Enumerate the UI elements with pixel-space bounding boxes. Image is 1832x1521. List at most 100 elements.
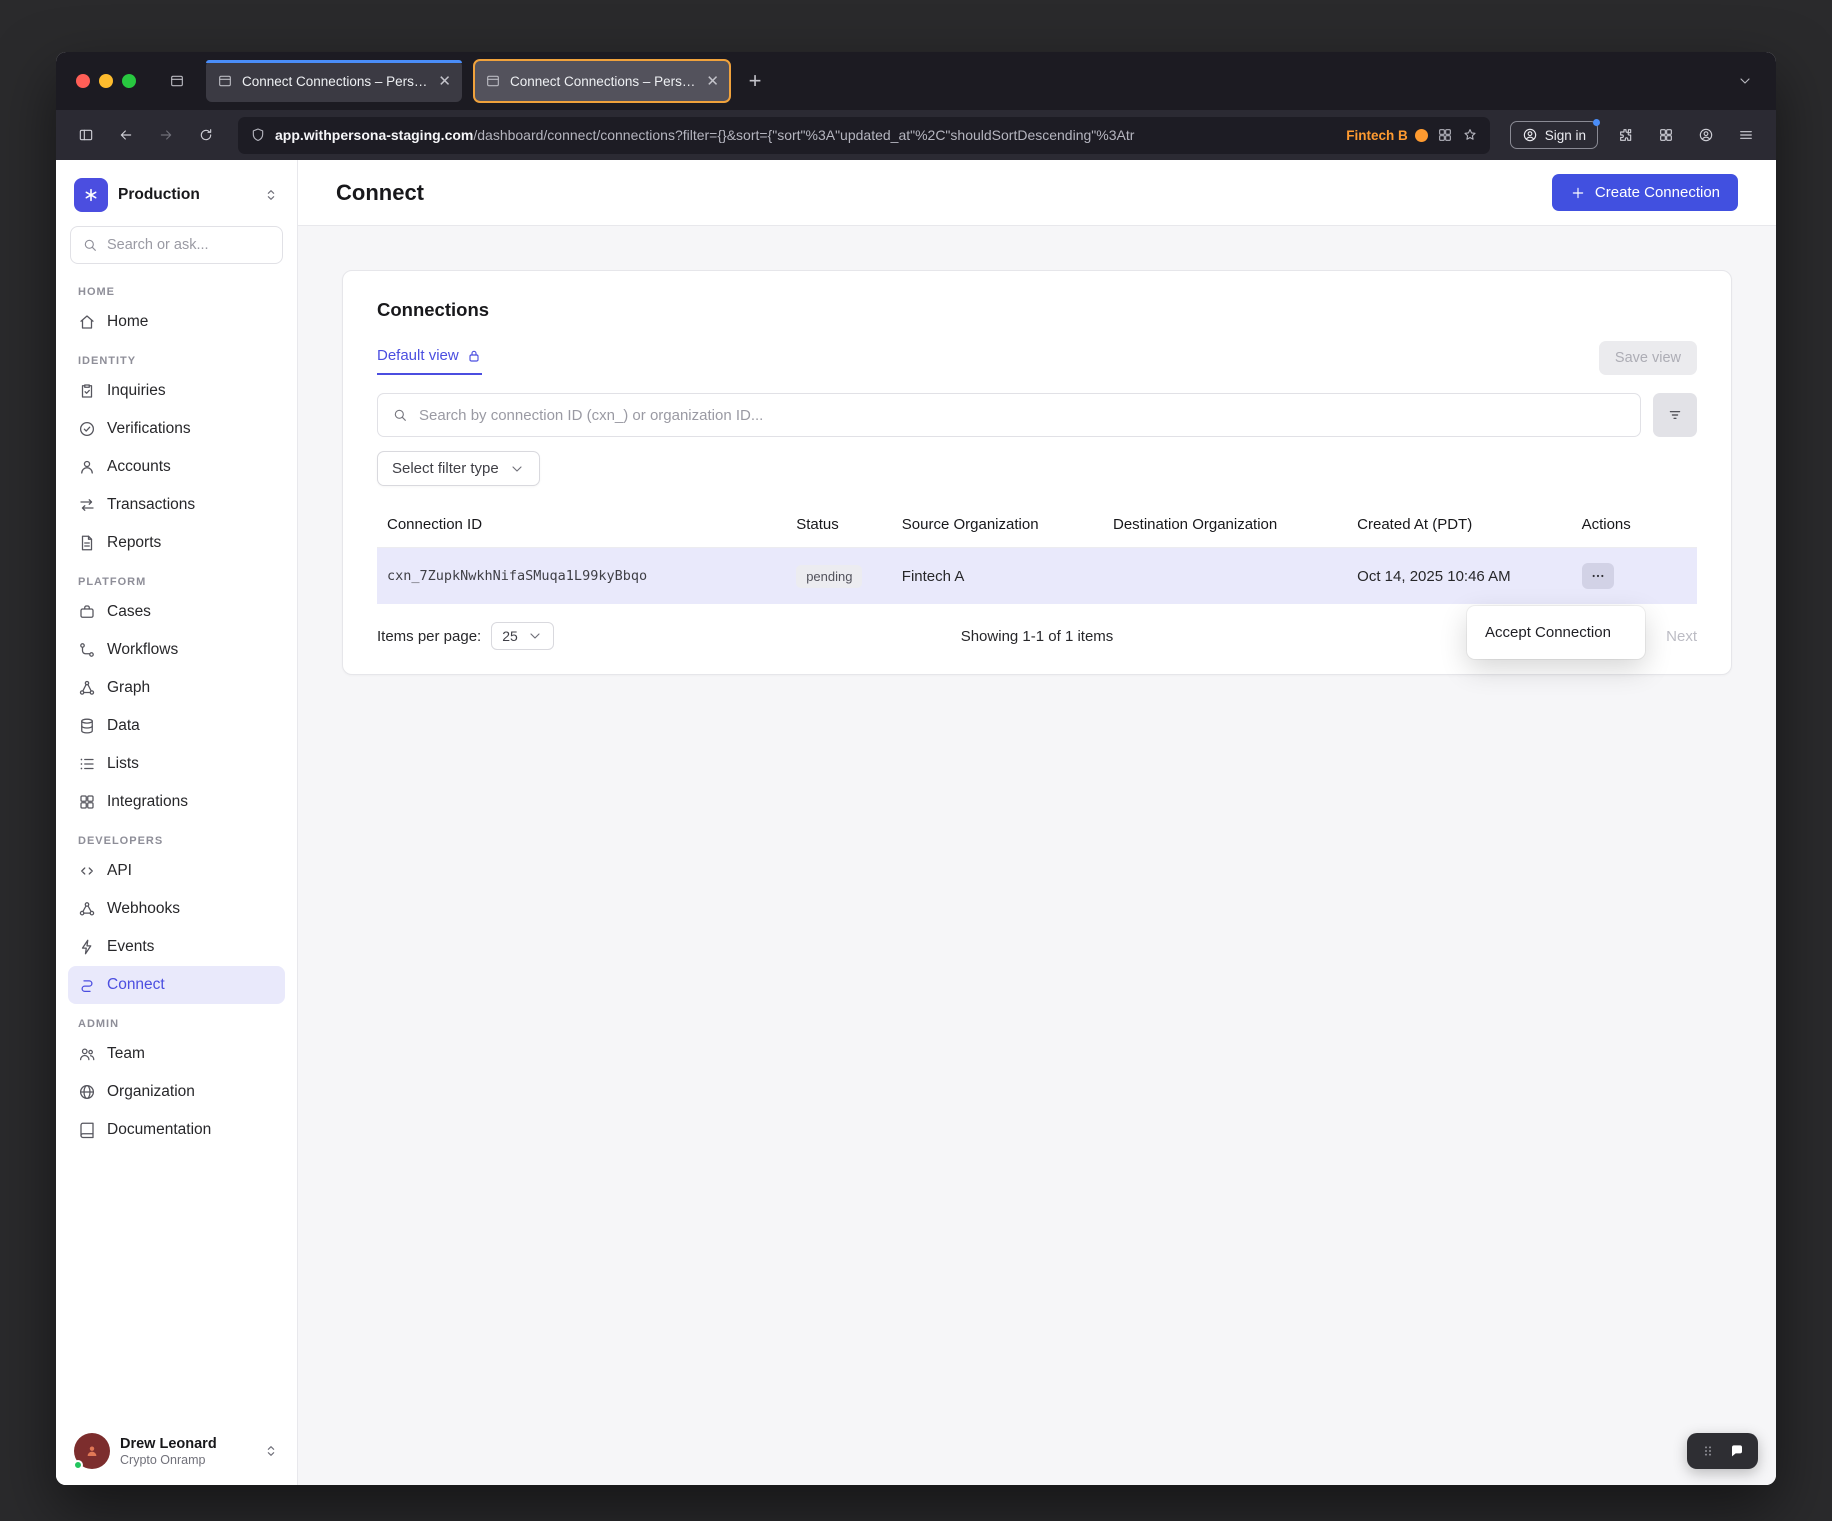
create-connection-button[interactable]: Create Connection — [1552, 174, 1738, 211]
sidebar-item-organization[interactable]: Organization — [68, 1073, 285, 1111]
lock-icon — [466, 348, 482, 364]
sidebar-item-webhooks[interactable]: Webhooks — [68, 890, 285, 928]
sidebar-item-verifications[interactable]: Verifications — [68, 410, 285, 448]
sidebar-item-label: API — [107, 862, 132, 880]
sidebar-item-connect[interactable]: Connect — [68, 966, 285, 1004]
url-host: app.withpersona-staging.com — [275, 127, 473, 143]
workspace-name: Production — [118, 186, 253, 204]
extension-badge[interactable]: Fintech B — [1346, 128, 1428, 143]
sidebar-section-admin: ADMIN — [78, 1018, 275, 1030]
row-actions-button[interactable] — [1582, 563, 1614, 589]
sidebar-item-workflows[interactable]: Workflows — [68, 631, 285, 669]
col-actions: Actions — [1572, 502, 1697, 548]
browser-tab-bar: Connect Connections – Persona ✕ Connect … — [56, 52, 1776, 110]
sidebar-item-label: Accounts — [107, 458, 171, 476]
main-content: Connect Create Connection Connections De… — [298, 160, 1776, 1485]
window-controls — [76, 74, 136, 88]
profile-button[interactable] — [1688, 118, 1724, 152]
sidebar-item-team[interactable]: Team — [68, 1035, 285, 1073]
puzzle-icon — [1618, 127, 1634, 143]
sidebar-section-home: HOME — [78, 286, 275, 298]
firefox-view-button[interactable] — [160, 64, 194, 98]
sidebar-item-home[interactable]: Home — [68, 303, 285, 341]
hamburger-icon — [1738, 127, 1754, 143]
globe-icon — [78, 1083, 96, 1101]
sidebar-item-events[interactable]: Events — [68, 928, 285, 966]
filter-button[interactable] — [1653, 393, 1697, 437]
items-per-page-label: Items per page: — [377, 628, 481, 645]
back-button[interactable] — [108, 118, 144, 152]
forward-icon — [158, 127, 174, 143]
user-org: Crypto Onramp — [120, 1453, 253, 1467]
list-all-tabs-button[interactable] — [1728, 64, 1762, 98]
sidebar-item-lists[interactable]: Lists — [68, 745, 285, 783]
sidebar-item-documentation[interactable]: Documentation — [68, 1111, 285, 1149]
sidebar-item-transactions[interactable]: Transactions — [68, 486, 285, 524]
arrows-exchange-icon — [78, 496, 96, 514]
actions-cell — [1572, 548, 1697, 605]
sidebar-item-label: Documentation — [107, 1121, 211, 1139]
sidebar-item-accounts[interactable]: Accounts — [68, 448, 285, 486]
select-filter-type-button[interactable]: Select filter type — [377, 451, 540, 486]
chevron-down-icon — [1737, 73, 1753, 89]
tab-default-view[interactable]: Default view — [377, 347, 482, 375]
connections-search-input[interactable] — [419, 407, 1626, 424]
sidebar-item-label: Cases — [107, 603, 151, 621]
browser-tab-2-active[interactable]: Connect Connections – Persona ✕ — [474, 60, 730, 102]
graph-nodes-icon — [78, 679, 96, 697]
workflow-icon — [78, 641, 96, 659]
tab-close-icon[interactable]: ✕ — [706, 74, 719, 89]
url-text: app.withpersona-staging.com/dashboard/co… — [275, 127, 1337, 143]
sidebar-section-platform: PLATFORM — [78, 576, 275, 588]
sidebar-item-reports[interactable]: Reports — [68, 524, 285, 562]
firefox-view-icon — [169, 73, 185, 89]
tab-close-icon[interactable]: ✕ — [438, 74, 451, 89]
connections-table: Connection ID Status Source Organization… — [377, 502, 1697, 604]
sidebar-search-input[interactable] — [107, 237, 271, 253]
support-chat-widget[interactable] — [1687, 1433, 1758, 1469]
chat-bubble-icon[interactable] — [1729, 1443, 1745, 1459]
sidebar-toggle-button[interactable] — [68, 118, 104, 152]
sidebar-search[interactable] — [70, 226, 283, 264]
code-icon — [78, 862, 96, 880]
back-icon — [118, 127, 134, 143]
sidebar-item-inquiries[interactable]: Inquiries — [68, 372, 285, 410]
profile-icon — [1698, 127, 1714, 143]
firefox-sign-in-button[interactable]: Sign in — [1510, 121, 1598, 149]
page-actions-grid-icon[interactable] — [1437, 127, 1453, 143]
forward-button[interactable] — [148, 118, 184, 152]
sidebar-item-graph[interactable]: Graph — [68, 669, 285, 707]
tracking-protection-shield-icon — [250, 127, 266, 143]
table-row[interactable]: cxn_7ZupkNwkhNifaSMuqa1L99kyBbqo pending… — [377, 548, 1697, 605]
connection-id-cell: cxn_7ZupkNwkhNifaSMuqa1L99kyBbqo — [377, 548, 786, 605]
sidebar-item-cases[interactable]: Cases — [68, 593, 285, 631]
sidebar-item-label: Lists — [107, 755, 139, 773]
sidebar-item-label: Transactions — [107, 496, 195, 514]
sidebar-item-data[interactable]: Data — [68, 707, 285, 745]
sidebar-item-api[interactable]: API — [68, 852, 285, 890]
new-tab-button[interactable]: + — [738, 64, 772, 98]
accept-connection-menu-item[interactable]: Accept Connection — [1467, 613, 1645, 652]
sidebar-item-label: Home — [107, 313, 148, 331]
bookmark-star-icon[interactable] — [1462, 127, 1478, 143]
menu-button[interactable] — [1728, 118, 1764, 152]
items-per-page-select[interactable]: 25 — [491, 622, 554, 650]
extensions-button[interactable] — [1608, 118, 1644, 152]
maximize-window-button[interactable] — [122, 74, 136, 88]
sidebar-item-integrations[interactable]: Integrations — [68, 783, 285, 821]
next-page-button[interactable]: Next — [1666, 628, 1697, 645]
workspace-switcher[interactable]: Production — [68, 176, 285, 226]
applications-grid-button[interactable] — [1648, 118, 1684, 152]
sign-in-label: Sign in — [1545, 128, 1586, 143]
browser-tab-1[interactable]: Connect Connections – Persona ✕ — [206, 60, 462, 102]
url-bar[interactable]: app.withpersona-staging.com/dashboard/co… — [238, 117, 1490, 154]
sidebar-item-label: Connect — [107, 976, 165, 994]
user-menu[interactable]: Drew Leonard Crypto Onramp — [68, 1425, 285, 1471]
save-view-button[interactable]: Save view — [1599, 341, 1697, 375]
minimize-window-button[interactable] — [99, 74, 113, 88]
url-path: /dashboard/connect/connections?filter={}… — [473, 127, 1134, 143]
connections-search[interactable] — [377, 393, 1641, 437]
drag-grip-icon[interactable] — [1700, 1443, 1716, 1459]
reload-button[interactable] — [188, 118, 224, 152]
close-window-button[interactable] — [76, 74, 90, 88]
